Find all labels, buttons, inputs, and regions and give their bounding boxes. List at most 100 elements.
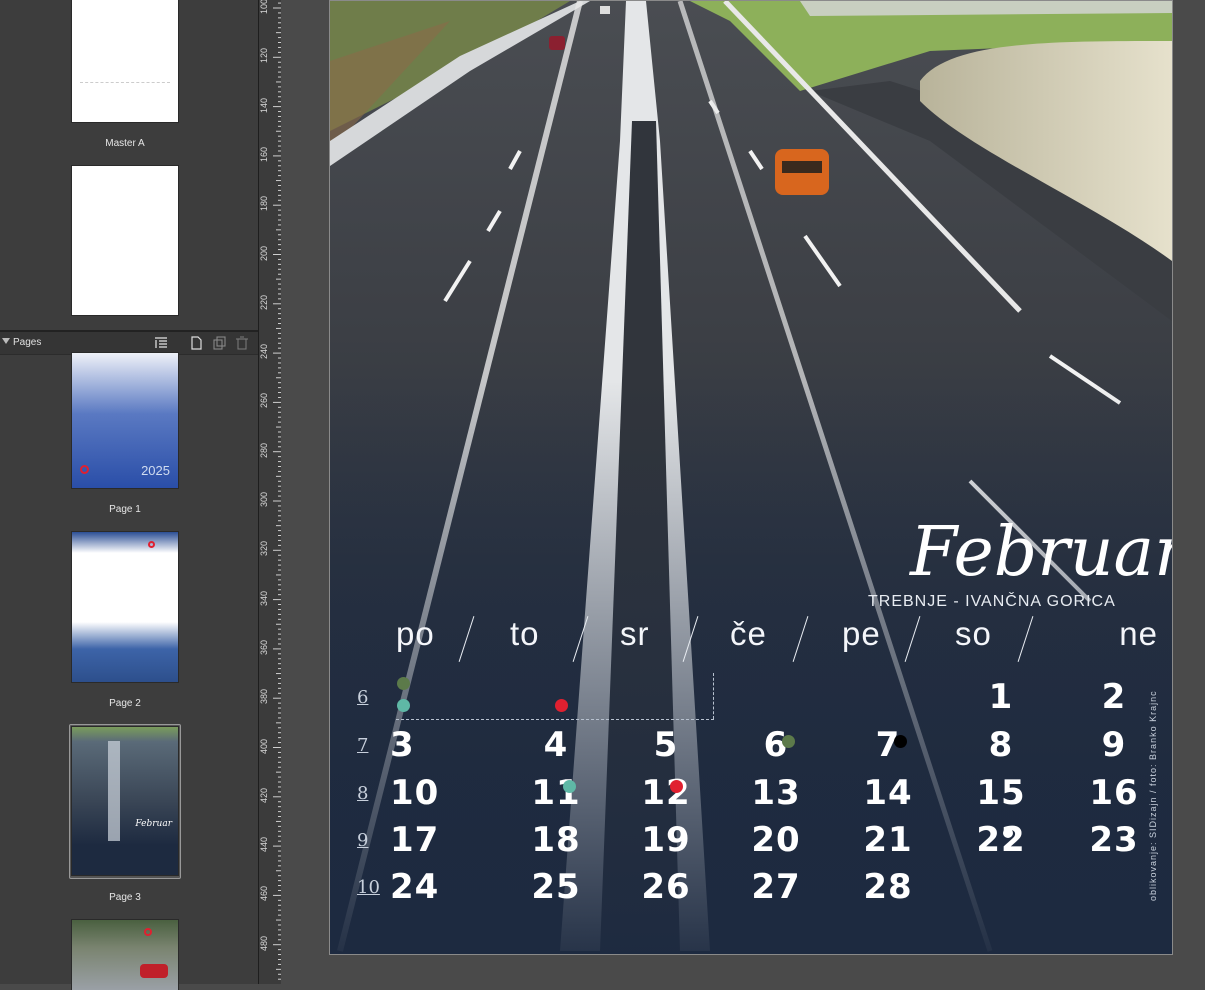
delete-page-icon[interactable] [235, 336, 249, 350]
ruler-label: 360 [259, 639, 269, 655]
weekday-label: so [955, 615, 992, 652]
page-3-label: Page 3 [109, 892, 141, 903]
ruler-label: 140 [259, 97, 269, 113]
pages-section-header[interactable]: Pages [0, 330, 258, 355]
day-cell[interactable]: 10 [390, 773, 494, 813]
day-cell[interactable]: 12 [614, 773, 718, 813]
weekday-label: to [510, 615, 540, 652]
pages-title: Pages [13, 337, 42, 348]
week-divider-vertical [713, 673, 714, 719]
ruler-label: 300 [259, 491, 269, 507]
ruler-label: 160 [259, 146, 269, 162]
logo-icon [144, 928, 152, 936]
day-cell[interactable]: 15 [949, 773, 1053, 813]
master-label: Master A [105, 138, 145, 149]
new-page-icon[interactable] [189, 336, 203, 350]
day-cell[interactable]: 21 [836, 820, 940, 860]
week-divider-line [396, 719, 714, 720]
weekday-label: sr [620, 615, 650, 652]
week-number: 8 [357, 783, 369, 804]
master-b-thumbnail[interactable] [72, 166, 178, 315]
ruler-label: 400 [259, 738, 269, 754]
location-subtitle[interactable]: TREBNJE - IVANČNA GORICA [868, 593, 1116, 611]
day-cell[interactable]: 6 [724, 725, 828, 765]
pages-panel: Master A Pages 2025 Page 1 Page 2 Februa… [0, 0, 258, 990]
day-cell[interactable]: 19 [614, 820, 718, 860]
event-dot-red [554, 698, 568, 712]
day-cell[interactable]: 24 [390, 867, 494, 907]
event-dot-teal [396, 698, 410, 712]
ruler-label: 320 [259, 541, 269, 557]
ruler-label: 480 [259, 935, 269, 951]
ruler-label: 240 [259, 344, 269, 360]
weekday-label: ne [1119, 615, 1158, 652]
page-1-year: 2025 [141, 463, 170, 478]
page-2-label: Page 2 [109, 698, 141, 709]
master-guide-line [80, 82, 170, 83]
master-a-thumbnail[interactable] [72, 0, 178, 122]
page-4-car [140, 964, 168, 978]
ruler-label: 220 [259, 294, 269, 310]
collapse-icon[interactable] [2, 338, 10, 344]
page-options-icon[interactable] [154, 336, 168, 350]
event-dot-black [893, 734, 907, 748]
weekday-label: pe [842, 615, 881, 652]
page-1-label: Page 1 [109, 504, 141, 515]
page-3-thumbnail[interactable]: Februar [72, 727, 178, 875]
ruler-label: 120 [259, 48, 269, 64]
ruler-label: 100 [259, 0, 269, 14]
ruler-label: 420 [259, 787, 269, 803]
event-dot-red [669, 779, 683, 793]
day-cell[interactable]: 26 [614, 867, 718, 907]
event-dot-white [1003, 828, 1013, 838]
ruler-label: 440 [259, 837, 269, 853]
day-cell[interactable]: 2 [1062, 677, 1166, 717]
day-cell[interactable]: 4 [504, 725, 608, 765]
day-cell[interactable]: 3 [390, 725, 494, 765]
ruler-label: 340 [259, 590, 269, 606]
event-dot-green [396, 676, 410, 690]
ruler-label: 180 [259, 196, 269, 212]
day-cell[interactable]: 23 [1062, 820, 1166, 860]
page-1-thumbnail[interactable]: 2025 [72, 353, 178, 488]
weekday-label: če [730, 615, 767, 652]
day-cell[interactable]: 25 [504, 867, 608, 907]
day-cell[interactable]: 14 [836, 773, 940, 813]
day-cell[interactable]: 13 [724, 773, 828, 813]
day-cell[interactable]: 20 [724, 820, 828, 860]
day-cell[interactable]: 9 [1062, 725, 1166, 765]
duplicate-page-icon[interactable] [212, 336, 226, 350]
day-cell[interactable]: 5 [614, 725, 718, 765]
day-cell[interactable]: 17 [390, 820, 494, 860]
page-3-month-script: Februar [135, 819, 172, 829]
day-cell[interactable]: 7 [836, 725, 940, 765]
ruler-label: 200 [259, 245, 269, 261]
calendar-page[interactable]: Februar TREBNJE - IVANČNA GORICA oblikov… [329, 0, 1173, 955]
week-number: 10 [357, 877, 380, 898]
day-cell[interactable]: 28 [836, 867, 940, 907]
ruler-label: 280 [259, 442, 269, 458]
page-3-photo-road [108, 741, 120, 841]
day-cell[interactable]: 27 [724, 867, 828, 907]
day-cell[interactable]: 8 [949, 725, 1053, 765]
day-cell[interactable]: 16 [1062, 773, 1166, 813]
ruler-label: 460 [259, 886, 269, 902]
ruler-label: 380 [259, 689, 269, 705]
month-title[interactable]: Februar [910, 513, 1172, 592]
week-number: 6 [357, 687, 369, 708]
week-number: 9 [357, 830, 369, 851]
day-cell[interactable]: 1 [949, 677, 1053, 717]
day-cell[interactable]: 18 [504, 820, 608, 860]
page-4-thumbnail[interactable] [72, 920, 178, 990]
logo-icon [80, 465, 89, 474]
weekday-label: po [396, 615, 435, 652]
day-cell[interactable]: 11 [504, 773, 608, 813]
day-cell[interactable]: 22 [949, 820, 1053, 860]
vertical-ruler[interactable]: 100 120 140 160 180 200 220 240 260 280 300 320 340 3… [258, 0, 282, 984]
ruler-label: 260 [259, 393, 269, 409]
event-dot-green [781, 734, 795, 748]
week-number: 7 [357, 735, 369, 756]
event-dot-teal [562, 779, 576, 793]
page-2-thumbnail[interactable] [72, 532, 178, 682]
logo-icon [148, 541, 155, 548]
